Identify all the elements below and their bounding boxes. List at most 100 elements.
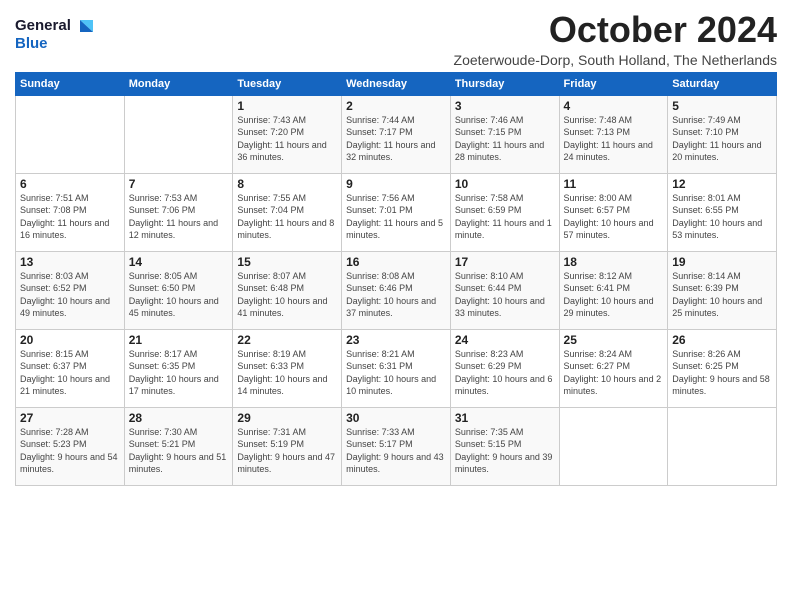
calendar-cell: 6Sunrise: 7:51 AMSunset: 7:08 PMDaylight… — [16, 173, 125, 251]
calendar-cell: 28Sunrise: 7:30 AMSunset: 5:21 PMDayligh… — [124, 407, 233, 485]
day-detail: Sunrise: 8:21 AMSunset: 6:31 PMDaylight:… — [346, 348, 446, 398]
day-number: 23 — [346, 333, 446, 347]
day-number: 21 — [129, 333, 229, 347]
day-detail: Sunrise: 7:35 AMSunset: 5:15 PMDaylight:… — [455, 426, 555, 476]
day-detail: Sunrise: 7:31 AMSunset: 5:19 PMDaylight:… — [237, 426, 337, 476]
calendar-cell: 3Sunrise: 7:46 AMSunset: 7:15 PMDaylight… — [450, 95, 559, 173]
day-detail: Sunrise: 7:56 AMSunset: 7:01 PMDaylight:… — [346, 192, 446, 242]
day-number: 7 — [129, 177, 229, 191]
calendar-cell: 1Sunrise: 7:43 AMSunset: 7:20 PMDaylight… — [233, 95, 342, 173]
day-number: 6 — [20, 177, 120, 191]
day-detail: Sunrise: 7:30 AMSunset: 5:21 PMDaylight:… — [129, 426, 229, 476]
calendar-cell: 12Sunrise: 8:01 AMSunset: 6:55 PMDayligh… — [668, 173, 777, 251]
day-detail: Sunrise: 8:26 AMSunset: 6:25 PMDaylight:… — [672, 348, 772, 398]
day-number: 30 — [346, 411, 446, 425]
calendar-week-row: 27Sunrise: 7:28 AMSunset: 5:23 PMDayligh… — [16, 407, 777, 485]
calendar-cell: 26Sunrise: 8:26 AMSunset: 6:25 PMDayligh… — [668, 329, 777, 407]
calendar-cell: 29Sunrise: 7:31 AMSunset: 5:19 PMDayligh… — [233, 407, 342, 485]
day-number: 8 — [237, 177, 337, 191]
day-detail: Sunrise: 8:03 AMSunset: 6:52 PMDaylight:… — [20, 270, 120, 320]
day-detail: Sunrise: 7:53 AMSunset: 7:06 PMDaylight:… — [129, 192, 229, 242]
day-detail: Sunrise: 7:51 AMSunset: 7:08 PMDaylight:… — [20, 192, 120, 242]
day-number: 24 — [455, 333, 555, 347]
calendar-week-row: 6Sunrise: 7:51 AMSunset: 7:08 PMDaylight… — [16, 173, 777, 251]
day-number: 2 — [346, 99, 446, 113]
calendar-cell: 2Sunrise: 7:44 AMSunset: 7:17 PMDaylight… — [342, 95, 451, 173]
calendar-cell: 15Sunrise: 8:07 AMSunset: 6:48 PMDayligh… — [233, 251, 342, 329]
calendar-cell: 21Sunrise: 8:17 AMSunset: 6:35 PMDayligh… — [124, 329, 233, 407]
svg-text:Blue: Blue — [15, 35, 48, 52]
day-detail: Sunrise: 7:28 AMSunset: 5:23 PMDaylight:… — [20, 426, 120, 476]
day-detail: Sunrise: 8:17 AMSunset: 6:35 PMDaylight:… — [129, 348, 229, 398]
day-number: 29 — [237, 411, 337, 425]
day-number: 18 — [564, 255, 664, 269]
day-detail: Sunrise: 7:48 AMSunset: 7:13 PMDaylight:… — [564, 114, 664, 164]
calendar-cell: 11Sunrise: 8:00 AMSunset: 6:57 PMDayligh… — [559, 173, 668, 251]
day-number: 25 — [564, 333, 664, 347]
location-title: Zoeterwoude-Dorp, South Holland, The Net… — [454, 52, 777, 68]
day-number: 27 — [20, 411, 120, 425]
page: General Blue October 2024 Zoeterwoude-Do… — [0, 0, 792, 494]
day-number: 20 — [20, 333, 120, 347]
day-detail: Sunrise: 8:15 AMSunset: 6:37 PMDaylight:… — [20, 348, 120, 398]
day-number: 12 — [672, 177, 772, 191]
day-detail: Sunrise: 8:01 AMSunset: 6:55 PMDaylight:… — [672, 192, 772, 242]
day-detail: Sunrise: 8:07 AMSunset: 6:48 PMDaylight:… — [237, 270, 337, 320]
day-number: 5 — [672, 99, 772, 113]
calendar-cell: 4Sunrise: 7:48 AMSunset: 7:13 PMDaylight… — [559, 95, 668, 173]
calendar-cell: 23Sunrise: 8:21 AMSunset: 6:31 PMDayligh… — [342, 329, 451, 407]
day-detail: Sunrise: 8:14 AMSunset: 6:39 PMDaylight:… — [672, 270, 772, 320]
day-detail: Sunrise: 8:08 AMSunset: 6:46 PMDaylight:… — [346, 270, 446, 320]
day-of-week-header: Wednesday — [342, 72, 451, 95]
day-of-week-header: Friday — [559, 72, 668, 95]
day-detail: Sunrise: 7:46 AMSunset: 7:15 PMDaylight:… — [455, 114, 555, 164]
calendar-cell: 19Sunrise: 8:14 AMSunset: 6:39 PMDayligh… — [668, 251, 777, 329]
calendar-cell: 9Sunrise: 7:56 AMSunset: 7:01 PMDaylight… — [342, 173, 451, 251]
calendar-cell: 8Sunrise: 7:55 AMSunset: 7:04 PMDaylight… — [233, 173, 342, 251]
day-number: 9 — [346, 177, 446, 191]
day-detail: Sunrise: 8:05 AMSunset: 6:50 PMDaylight:… — [129, 270, 229, 320]
day-number: 14 — [129, 255, 229, 269]
calendar-cell: 31Sunrise: 7:35 AMSunset: 5:15 PMDayligh… — [450, 407, 559, 485]
calendar-cell: 10Sunrise: 7:58 AMSunset: 6:59 PMDayligh… — [450, 173, 559, 251]
day-detail: Sunrise: 8:10 AMSunset: 6:44 PMDaylight:… — [455, 270, 555, 320]
day-number: 31 — [455, 411, 555, 425]
day-detail: Sunrise: 8:12 AMSunset: 6:41 PMDaylight:… — [564, 270, 664, 320]
day-detail: Sunrise: 8:19 AMSunset: 6:33 PMDaylight:… — [237, 348, 337, 398]
day-of-week-header: Sunday — [16, 72, 125, 95]
calendar-cell: 22Sunrise: 8:19 AMSunset: 6:33 PMDayligh… — [233, 329, 342, 407]
calendar-cell — [668, 407, 777, 485]
day-number: 22 — [237, 333, 337, 347]
day-number: 26 — [672, 333, 772, 347]
day-number: 17 — [455, 255, 555, 269]
calendar-cell — [124, 95, 233, 173]
logo-icon: General Blue — [15, 10, 95, 54]
day-number: 16 — [346, 255, 446, 269]
day-number: 15 — [237, 255, 337, 269]
calendar-cell: 16Sunrise: 8:08 AMSunset: 6:46 PMDayligh… — [342, 251, 451, 329]
day-detail: Sunrise: 7:55 AMSunset: 7:04 PMDaylight:… — [237, 192, 337, 242]
svg-text:General: General — [15, 17, 71, 34]
calendar-cell: 25Sunrise: 8:24 AMSunset: 6:27 PMDayligh… — [559, 329, 668, 407]
day-number: 4 — [564, 99, 664, 113]
calendar-cell: 18Sunrise: 8:12 AMSunset: 6:41 PMDayligh… — [559, 251, 668, 329]
calendar-week-row: 13Sunrise: 8:03 AMSunset: 6:52 PMDayligh… — [16, 251, 777, 329]
day-of-week-header: Saturday — [668, 72, 777, 95]
day-of-week-header: Tuesday — [233, 72, 342, 95]
header: General Blue October 2024 Zoeterwoude-Do… — [15, 10, 777, 68]
title-block: October 2024 Zoeterwoude-Dorp, South Hol… — [454, 10, 777, 68]
calendar-cell: 17Sunrise: 8:10 AMSunset: 6:44 PMDayligh… — [450, 251, 559, 329]
calendar-table: SundayMondayTuesdayWednesdayThursdayFrid… — [15, 72, 777, 486]
day-detail: Sunrise: 8:24 AMSunset: 6:27 PMDaylight:… — [564, 348, 664, 398]
calendar-cell: 30Sunrise: 7:33 AMSunset: 5:17 PMDayligh… — [342, 407, 451, 485]
day-detail: Sunrise: 7:33 AMSunset: 5:17 PMDaylight:… — [346, 426, 446, 476]
calendar-cell: 20Sunrise: 8:15 AMSunset: 6:37 PMDayligh… — [16, 329, 125, 407]
calendar-cell: 13Sunrise: 8:03 AMSunset: 6:52 PMDayligh… — [16, 251, 125, 329]
calendar-cell: 27Sunrise: 7:28 AMSunset: 5:23 PMDayligh… — [16, 407, 125, 485]
calendar-cell: 14Sunrise: 8:05 AMSunset: 6:50 PMDayligh… — [124, 251, 233, 329]
day-detail: Sunrise: 7:43 AMSunset: 7:20 PMDaylight:… — [237, 114, 337, 164]
day-number: 10 — [455, 177, 555, 191]
calendar-cell — [559, 407, 668, 485]
logo: General Blue — [15, 10, 95, 54]
calendar-cell — [16, 95, 125, 173]
